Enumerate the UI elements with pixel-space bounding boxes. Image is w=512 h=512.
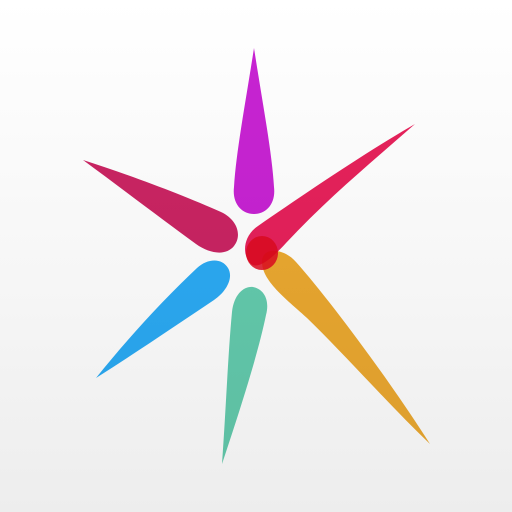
star-ray-rose bbox=[83, 160, 238, 253]
star-ray-blue bbox=[96, 260, 231, 378]
star-ray-orange bbox=[262, 250, 430, 444]
star-center-overlap bbox=[246, 236, 278, 270]
app-icon bbox=[0, 0, 512, 512]
star-ray-magenta bbox=[233, 48, 275, 214]
star-logo-icon bbox=[83, 48, 430, 464]
star-ray-teal bbox=[222, 286, 268, 464]
